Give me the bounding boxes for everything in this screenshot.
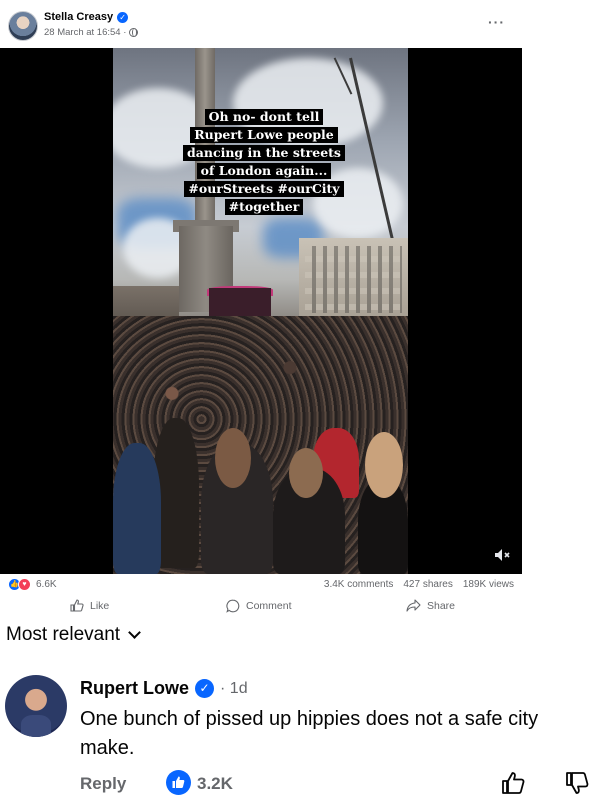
comment-footer: Reply 3.2K xyxy=(80,770,598,798)
like-button[interactable]: Like xyxy=(70,599,109,612)
author-row: Stella Creasy ✓ xyxy=(44,11,129,23)
engagement-counts: 3.4K comments 427 shares 189K views xyxy=(324,579,514,590)
reaction-icons[interactable]: 👍 ♥ xyxy=(8,578,31,591)
comment-like-count[interactable]: 3.2K xyxy=(197,774,233,794)
more-icon: ··· xyxy=(488,14,505,30)
video-frame: Oh no- dont tell Rupert Lowe people danc… xyxy=(113,48,408,574)
author-avatar[interactable] xyxy=(8,11,38,41)
caption-line: #together xyxy=(224,199,304,215)
commenter-avatar[interactable] xyxy=(5,675,67,737)
like-label: Like xyxy=(90,599,110,612)
caption-line: dancing in the streets xyxy=(183,145,345,161)
thumbs-up-icon xyxy=(70,599,84,612)
reaction-count[interactable]: 6.6K xyxy=(36,579,57,590)
caption-line: Oh no- dont tell xyxy=(204,109,324,125)
post-timestamp[interactable]: 28 March at 16:54 · xyxy=(44,27,126,38)
comments-count[interactable]: 3.4K comments xyxy=(324,579,393,590)
comment-text: One bunch of pissed up hippies does not … xyxy=(80,708,539,759)
comment-age[interactable]: · 1d xyxy=(220,680,248,698)
post-action-bar: Like Comment Share xyxy=(0,596,522,618)
shares-count[interactable]: 427 shares xyxy=(403,579,452,590)
author-name[interactable]: Stella Creasy xyxy=(44,11,113,23)
caption-line: Rupert Lowe people xyxy=(190,127,338,143)
comment-header: Rupert Lowe ✓ · 1d xyxy=(80,678,248,699)
video-player[interactable]: Oh no- dont tell Rupert Lowe people danc… xyxy=(0,48,522,574)
thumbs-down-icon[interactable] xyxy=(564,770,590,796)
share-button[interactable]: Share xyxy=(406,599,455,612)
verified-badge-icon: ✓ xyxy=(117,11,129,23)
caption-line: of London again... xyxy=(196,163,332,179)
reply-button[interactable]: Reply xyxy=(80,774,126,794)
more-options-button[interactable]: ··· xyxy=(488,14,505,30)
views-count: 189K views xyxy=(462,579,514,590)
love-reaction-icon: ♥ xyxy=(18,578,31,591)
chevron-down-icon xyxy=(128,626,141,639)
comment-button[interactable]: Comment xyxy=(226,599,292,613)
comment-label: Comment xyxy=(246,600,292,612)
globe-icon xyxy=(129,28,139,37)
post-meta: 28 March at 16:54 · xyxy=(44,27,139,38)
building-right xyxy=(299,238,408,323)
thumbs-up-icon[interactable] xyxy=(500,770,526,796)
post-stats: 👍 ♥ 6.6K 3.4K comments 427 shares 189K v… xyxy=(0,575,522,595)
sort-label: Most relevant xyxy=(6,624,121,645)
comment-sort-dropdown[interactable]: Most relevant xyxy=(6,624,141,646)
video-caption: Oh no- dont tell Rupert Lowe people danc… xyxy=(181,108,347,216)
verified-badge-icon: ✓ xyxy=(195,679,215,698)
comment-icon xyxy=(226,599,240,613)
commenter-name[interactable]: Rupert Lowe xyxy=(80,678,189,699)
volume-muted-icon[interactable] xyxy=(494,548,512,562)
post-header: Stella Creasy ✓ 28 March at 16:54 · ··· xyxy=(0,0,522,46)
like-reaction-icon[interactable] xyxy=(166,770,191,795)
caption-line: #ourStreets #ourCity xyxy=(184,181,344,197)
share-icon xyxy=(406,599,421,612)
share-label: Share xyxy=(427,599,456,612)
